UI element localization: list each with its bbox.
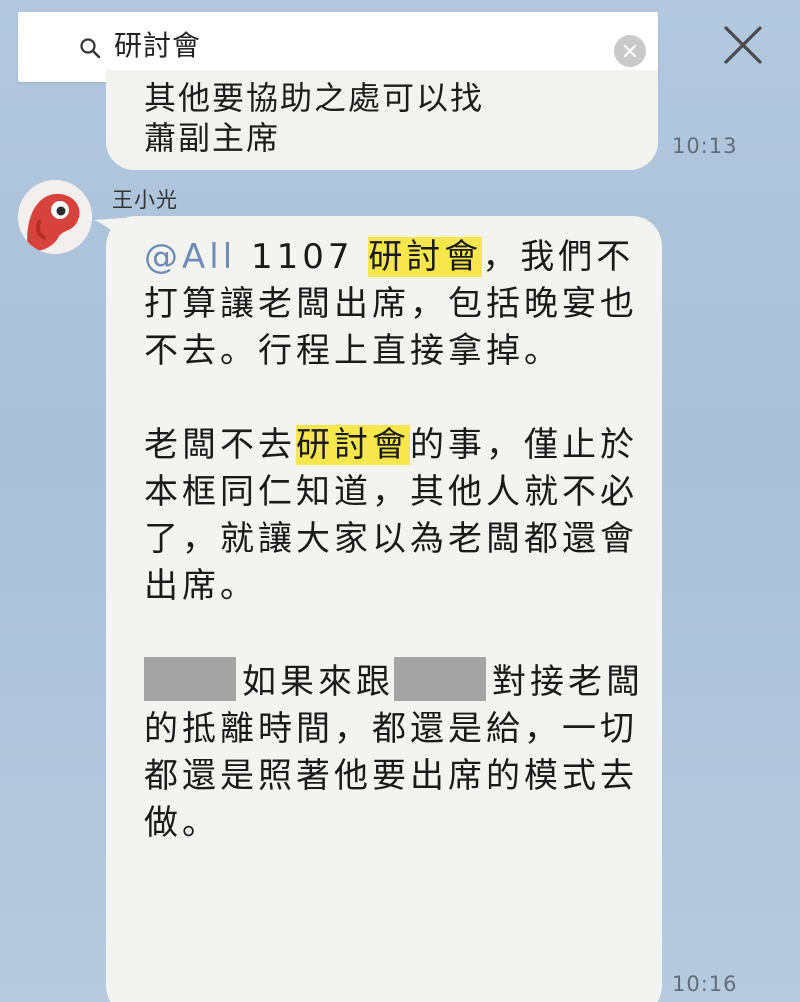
paragraph-2-lead: 老闆不去 bbox=[144, 425, 296, 465]
search-input[interactable]: 研討會 bbox=[114, 28, 201, 64]
paragraph-2: 老闆不去研討會的事，僅止於本框同仁知道，其他人就不必了，就讓大家以為老闆都還會出… bbox=[144, 422, 644, 610]
highlight-term: 研討會 bbox=[368, 237, 483, 277]
message-time: 10:16 bbox=[672, 972, 738, 996]
paragraph-1: @All 1107 研討會，我們不打算讓老闆出席，包括晚宴也不去。行程上直接拿掉… bbox=[144, 234, 644, 375]
close-icon[interactable] bbox=[720, 22, 766, 68]
message-text: @All 1107 研討會，我們不打算讓老闆出席，包括晚宴也不去。行程上直接拿掉… bbox=[144, 234, 644, 847]
previous-message-bubble: 其他要協助之處可以找 蕭副主席 bbox=[106, 70, 658, 170]
clear-icon bbox=[623, 44, 637, 58]
highlight-term: 研討會 bbox=[296, 425, 410, 465]
previous-message-time: 10:13 bbox=[672, 134, 738, 158]
redaction-block bbox=[144, 657, 236, 701]
paragraph-3: 如果來跟 對接老闆的抵離時間，都還是給，一切都還是照著他要出席的模式去做。 bbox=[144, 657, 644, 847]
previous-message-text: 蕭副主席 bbox=[144, 119, 281, 157]
message-bubble[interactable]: @All 1107 研討會，我們不打算讓老闆出席，包括晚宴也不去。行程上直接拿掉… bbox=[106, 216, 662, 1002]
avatar[interactable] bbox=[18, 180, 92, 254]
sender-name: 王小光 bbox=[112, 188, 178, 212]
paragraph-3-lead: 如果來跟 bbox=[242, 662, 394, 702]
message-date: 1107 bbox=[236, 237, 369, 277]
mention-all[interactable]: @All bbox=[144, 237, 236, 277]
avatar-image bbox=[18, 180, 92, 254]
clear-button[interactable] bbox=[614, 35, 646, 67]
search-icon bbox=[80, 38, 101, 59]
redaction-block bbox=[394, 657, 486, 701]
